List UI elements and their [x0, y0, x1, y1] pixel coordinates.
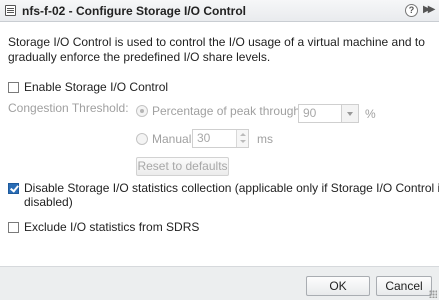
chevron-down-icon[interactable] [341, 105, 358, 122]
manual-radio-label[interactable]: Manual [152, 132, 191, 146]
storage-dialog-icon [5, 5, 16, 16]
double-chevron-right-icon[interactable]: ▶▶ [423, 4, 436, 15]
enable-sioc-checkbox[interactable] [8, 82, 19, 93]
spinner-arrows-icon[interactable] [236, 130, 248, 147]
ok-button[interactable]: OK [306, 276, 370, 296]
congestion-threshold-label: Congestion Threshold: [8, 101, 129, 115]
dialog-title: nfs-f-02 - Configure Storage I/O Control [22, 4, 246, 18]
percentage-combo[interactable]: 90 [298, 104, 359, 123]
description-text: Storage I/O Control is used to control t… [8, 35, 425, 64]
exclude-sdrs-checkbox[interactable] [8, 222, 19, 233]
percentage-radio-label[interactable]: Percentage of peak throughput [152, 104, 317, 118]
percentage-value: 90 [303, 106, 317, 120]
cancel-button[interactable]: Cancel [376, 276, 432, 296]
manual-radio[interactable] [136, 133, 148, 145]
manual-spinner[interactable]: 30 [192, 129, 249, 148]
manual-unit: ms [257, 132, 273, 146]
resize-grip-icon[interactable] [429, 290, 437, 298]
dialog-titlebar[interactable]: nfs-f-02 - Configure Storage I/O Control… [0, 0, 439, 22]
percentage-radio[interactable] [136, 105, 148, 117]
exclude-sdrs-label[interactable]: Exclude I/O statistics from SDRS [24, 220, 199, 234]
help-icon[interactable]: ? [405, 4, 418, 17]
manual-value: 30 [197, 131, 211, 145]
dialog-footer [0, 266, 439, 300]
enable-sioc-label[interactable]: Enable Storage I/O Control [24, 80, 168, 94]
percentage-unit: % [365, 107, 376, 121]
reset-to-defaults-button[interactable]: Reset to defaults [136, 157, 229, 176]
disable-stats-label-line1[interactable]: Disable Storage I/O statistics collectio… [24, 181, 439, 195]
disable-stats-checkbox[interactable] [8, 183, 19, 194]
disable-stats-label-line2[interactable]: disabled) [24, 195, 73, 209]
